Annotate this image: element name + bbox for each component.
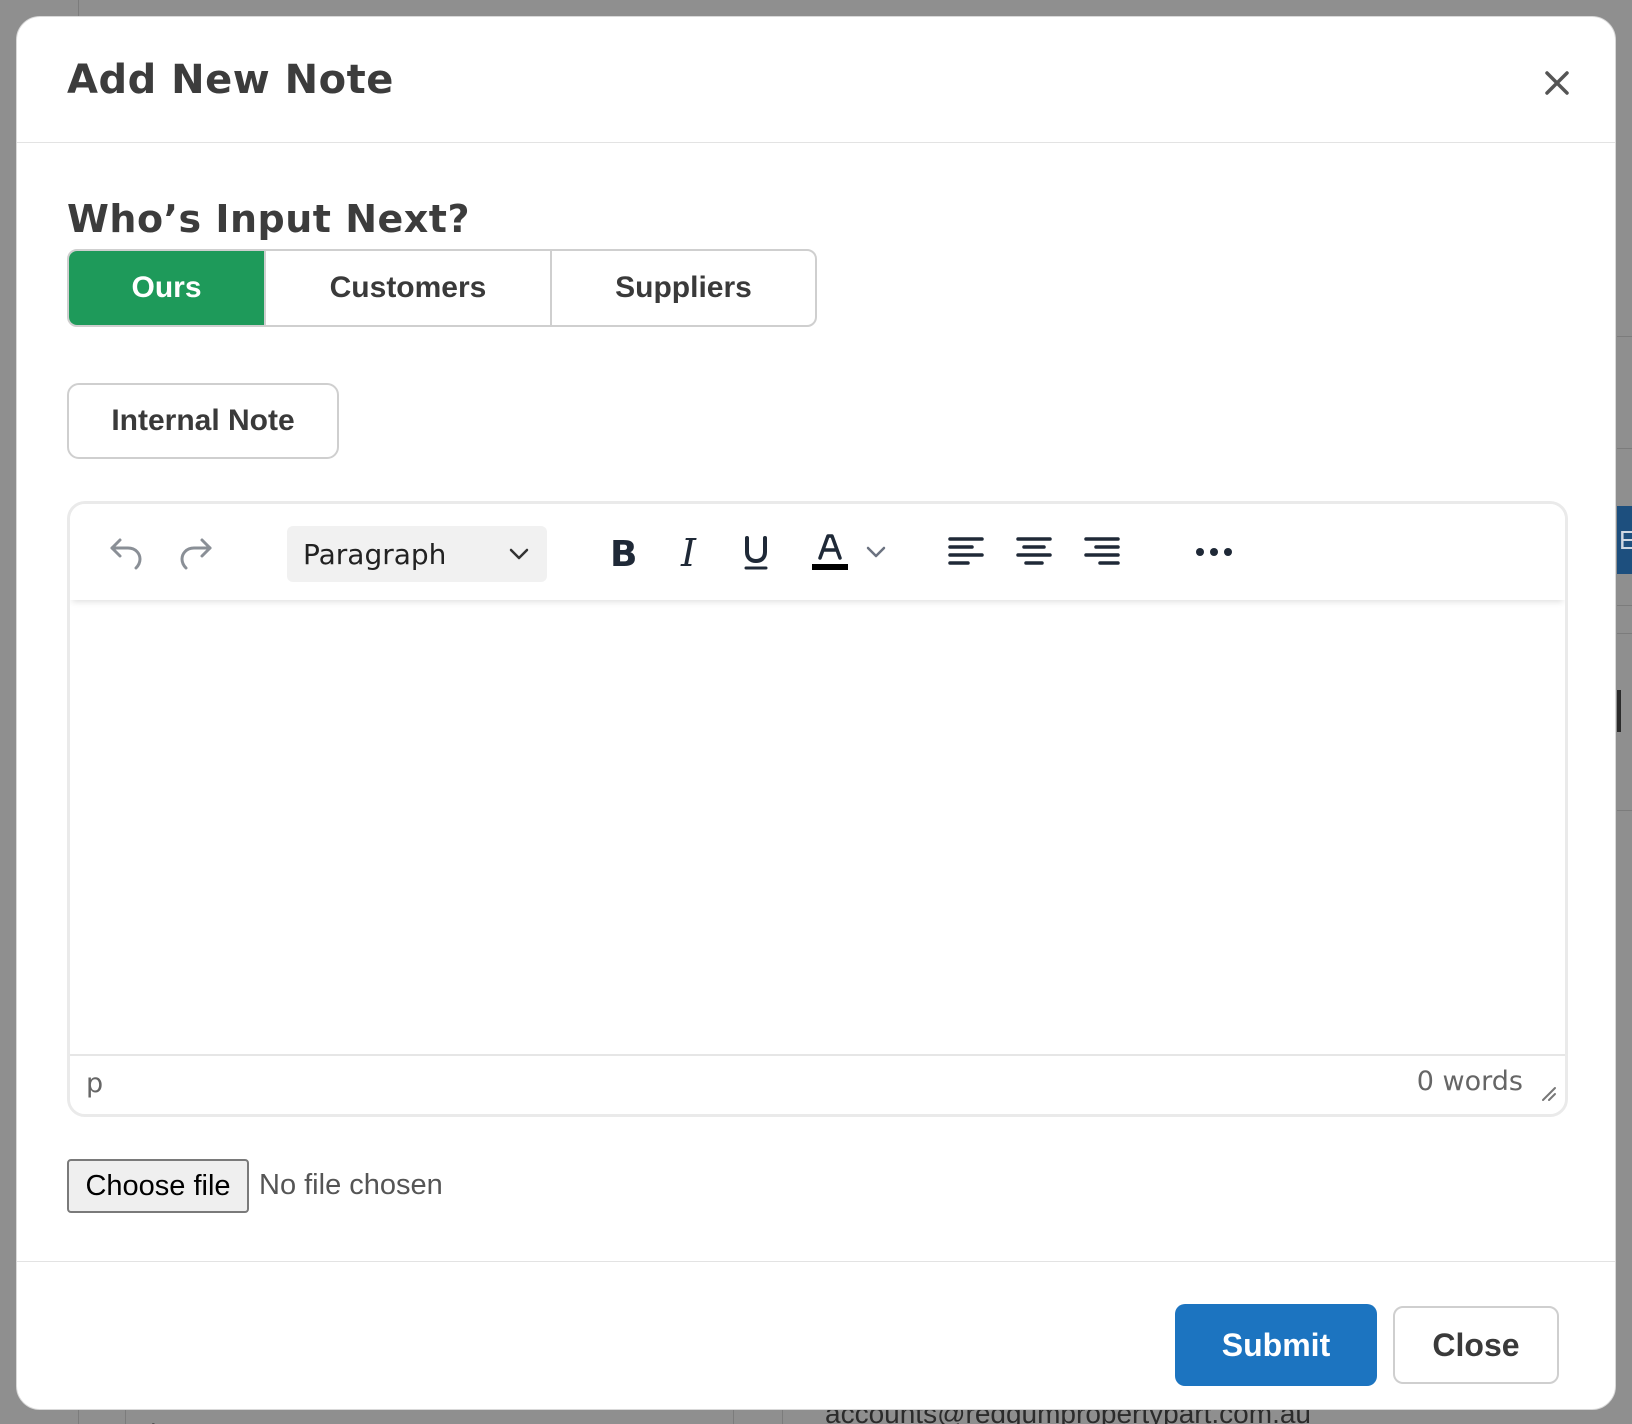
- editor-content-area[interactable]: [70, 600, 1565, 1052]
- word-count[interactable]: 0 words: [1417, 1066, 1523, 1097]
- internal-note-button[interactable]: Internal Note: [67, 383, 339, 459]
- redo-icon[interactable]: [170, 526, 222, 578]
- rich-text-editor: Paragraph B I p 0 words: [67, 501, 1568, 1117]
- input-next-toggle: Ours Customers Suppliers: [67, 249, 817, 327]
- align-right-icon[interactable]: [1076, 526, 1128, 578]
- close-button[interactable]: Close: [1393, 1306, 1559, 1384]
- backdrop-divider: [1617, 336, 1632, 337]
- backdrop-divider: [1617, 605, 1632, 606]
- align-center-icon[interactable]: [1008, 526, 1060, 578]
- element-path[interactable]: p: [86, 1068, 103, 1099]
- backdrop-divider: [1617, 810, 1632, 811]
- svg-text:I: I: [680, 532, 697, 572]
- backdrop-divider: [1617, 448, 1632, 449]
- underline-icon[interactable]: [730, 526, 782, 578]
- chevron-down-icon: [507, 542, 531, 571]
- input-next-heading: Who’s Input Next?: [67, 197, 470, 241]
- italic-icon[interactable]: I: [664, 526, 716, 578]
- bold-icon[interactable]: B: [596, 526, 648, 578]
- modal-header: Add New Note: [17, 17, 1615, 143]
- backdrop-bars: [1617, 690, 1632, 732]
- option-ours-button[interactable]: Ours: [69, 251, 266, 325]
- resize-handle-icon[interactable]: [1537, 1082, 1557, 1102]
- file-status: No file chosen: [259, 1169, 443, 1201]
- undo-icon[interactable]: [100, 526, 152, 578]
- modal-footer: Submit Close: [17, 1261, 1615, 1409]
- close-icon[interactable]: [1537, 63, 1577, 103]
- chevron-down-icon[interactable]: [860, 526, 892, 578]
- text-color-icon[interactable]: [800, 526, 860, 578]
- editor-status-bar: p 0 words: [70, 1054, 1565, 1114]
- option-customers-button[interactable]: Customers: [266, 251, 552, 325]
- align-left-icon[interactable]: [940, 526, 992, 578]
- add-note-modal: Add New Note Who’s Input Next? Ours Cust…: [16, 16, 1616, 1410]
- backdrop-divider: [1617, 633, 1632, 634]
- choose-file-button[interactable]: Choose file: [67, 1159, 249, 1213]
- block-format-select[interactable]: Paragraph: [287, 526, 547, 582]
- submit-button[interactable]: Submit: [1175, 1304, 1377, 1386]
- more-icon[interactable]: [1188, 526, 1240, 578]
- svg-text:B: B: [610, 534, 637, 572]
- editor-toolbar: Paragraph B I: [70, 504, 1565, 600]
- backdrop-button: E: [1617, 506, 1632, 574]
- option-suppliers-button[interactable]: Suppliers: [552, 251, 815, 325]
- modal-title: Add New Note: [67, 57, 394, 103]
- block-format-label: Paragraph: [303, 538, 447, 571]
